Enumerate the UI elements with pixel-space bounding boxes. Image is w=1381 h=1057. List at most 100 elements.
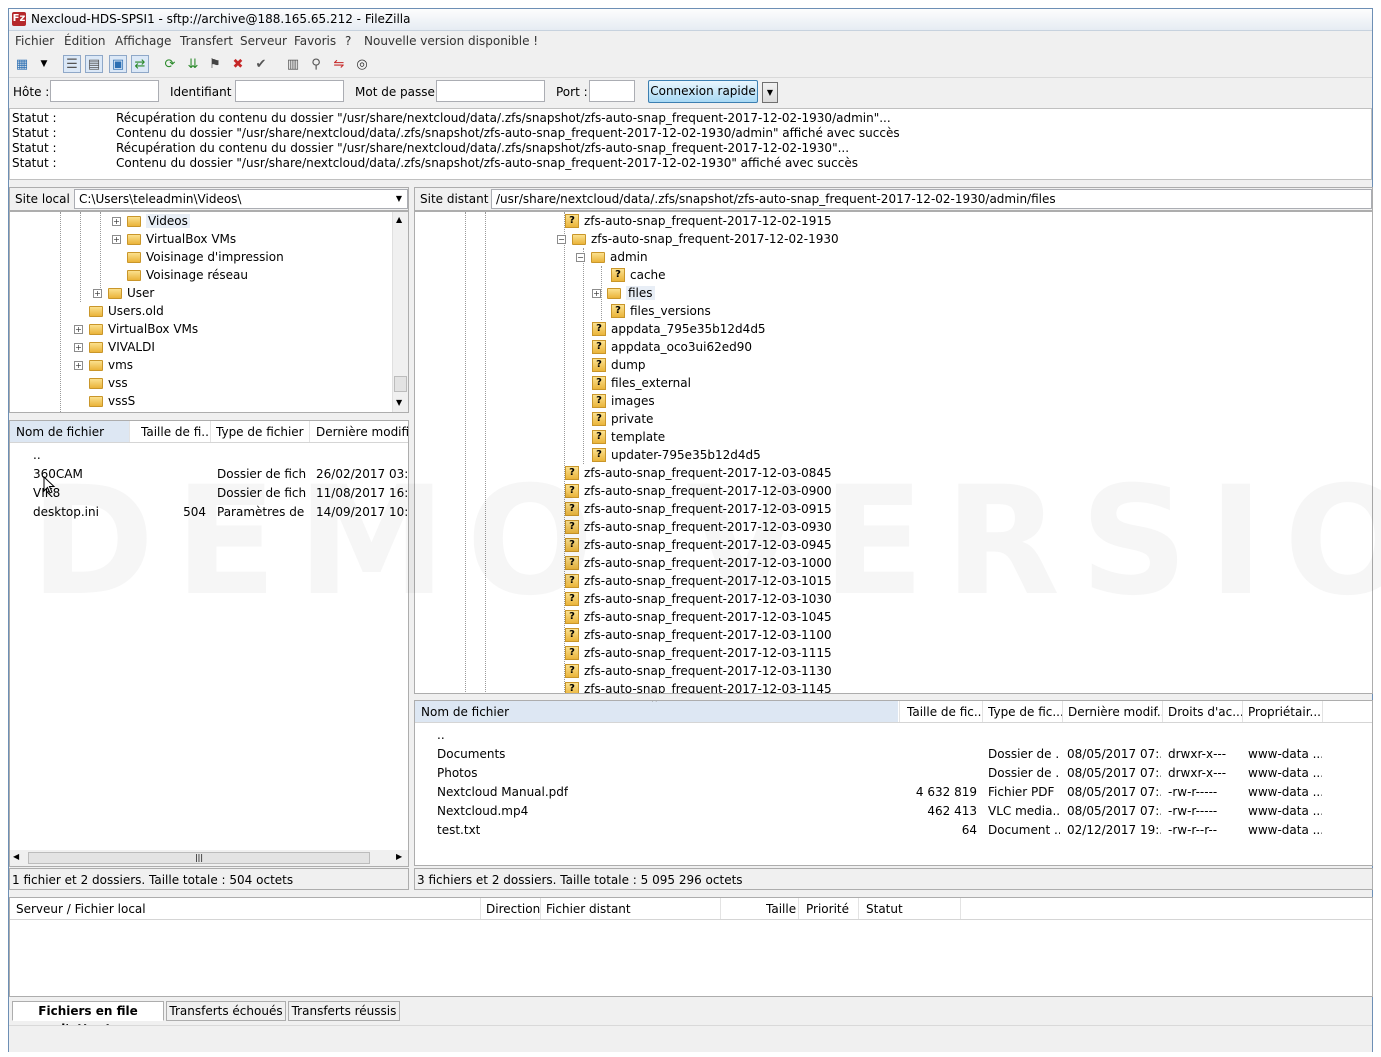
column-taille[interactable]: Taille — [766, 902, 796, 916]
column-nom[interactable]: Nom de fichier — [421, 705, 891, 719]
list-item[interactable]: Documents Dossier de ... 08/05/2017 07:.… — [415, 745, 1372, 764]
menu-edition[interactable]: Édition — [64, 34, 106, 48]
list-item[interactable]: .. — [415, 726, 1372, 745]
tree-item[interactable]: ? zfs-auto-snap_frequent-2017-12-03-0945 — [565, 536, 832, 554]
tree-item[interactable]: ? zfs-auto-snap_frequent-2017-12-03-0900 — [565, 482, 832, 500]
remote-path-input[interactable]: /usr/share/nextcloud/data/.zfs/snapshot/… — [491, 189, 1372, 209]
tree-item[interactable]: ? appdata_oco3ui62ed90 — [592, 338, 752, 356]
tree-item[interactable]: ? template — [592, 428, 665, 446]
tree-item[interactable]: + files — [592, 284, 655, 302]
tree-item-virtualbox-vms-2[interactable]: + VirtualBox VMs — [74, 320, 198, 338]
dropdown-arrow-icon[interactable]: ▼ — [35, 55, 53, 73]
compare-icon[interactable]: ⚲ — [307, 55, 325, 73]
host-input[interactable] — [50, 80, 159, 102]
column-taille[interactable]: Taille de fi... — [141, 425, 209, 439]
quickconnect-button[interactable]: Connexion rapide — [648, 80, 758, 103]
chevron-down-icon[interactable]: ▼ — [396, 194, 402, 203]
menu-serveur[interactable]: Serveur — [240, 34, 287, 48]
column-priorite[interactable]: Priorité — [806, 902, 849, 916]
tree-item[interactable]: ? zfs-auto-snap_frequent-2017-12-03-1100 — [565, 626, 832, 644]
menu-help[interactable]: ? — [345, 34, 351, 48]
local-tree-scrollbar[interactable]: ▲ ▼ — [392, 212, 408, 412]
toggle-local-tree-icon[interactable]: ▤ — [85, 55, 103, 73]
local-path-input[interactable]: C:\Users\teleadmin\Videos\ — [74, 189, 408, 209]
process-queue-icon[interactable]: ⇊ — [184, 55, 202, 73]
local-list-hscrollbar[interactable]: ◀ ||| ▶ — [10, 850, 408, 866]
column-fichier-distant[interactable]: Fichier distant — [546, 902, 631, 916]
tree-item-users-old[interactable]: Users.old — [89, 302, 164, 320]
toggle-remote-tree-icon[interactable]: ▣ — [109, 55, 127, 73]
list-item[interactable]: Nextcloud.mp4 462 413 VLC media... 08/05… — [415, 802, 1372, 821]
tree-item[interactable]: ? zfs-auto-snap_frequent-2017-12-02-1915 — [565, 212, 832, 230]
tab-successful-transfers[interactable]: Transferts réussis — [288, 1001, 400, 1021]
column-type[interactable]: Type de fic... — [988, 705, 1062, 719]
column-droits[interactable]: Droits d'ac... — [1168, 705, 1242, 719]
column-type[interactable]: Type de fichier — [216, 425, 306, 439]
list-item[interactable]: VIK8 Dossier de fich... 11/08/2017 16:13… — [10, 484, 408, 503]
disconnect-icon[interactable]: ✖ — [229, 55, 247, 73]
reconnect-icon[interactable]: ✔ — [252, 55, 270, 73]
column-serveur[interactable]: Serveur / Fichier local — [16, 902, 146, 916]
tree-item[interactable]: ? zfs-auto-snap_frequent-2017-12-03-1145 — [565, 680, 832, 693]
menu-new-version[interactable]: Nouvelle version disponible ! — [364, 34, 538, 48]
tree-item-voisinage-reseau[interactable]: Voisinage réseau — [127, 266, 248, 284]
tree-item[interactable]: ? zfs-auto-snap_frequent-2017-12-03-1115 — [565, 644, 832, 662]
menu-affichage[interactable]: Affichage — [115, 34, 171, 48]
list-item[interactable]: Nextcloud Manual.pdf 4 632 819 Fichier P… — [415, 783, 1372, 802]
column-nom[interactable]: Nom de fichier — [16, 425, 126, 439]
tree-item[interactable]: ? zfs-auto-snap_frequent-2017-12-03-0915 — [565, 500, 832, 518]
tree-item[interactable]: ? dump — [592, 356, 646, 374]
tree-item-vms[interactable]: + vms — [74, 356, 133, 374]
menu-fichier[interactable]: Fichier — [15, 34, 54, 48]
tree-item[interactable]: ? private — [592, 410, 653, 428]
tree-item-voisinage-impression[interactable]: Voisinage d'impression — [127, 248, 284, 266]
tree-item[interactable]: ? zfs-auto-snap_frequent-2017-12-03-0930 — [565, 518, 832, 536]
list-item[interactable]: test.txt 64 Document ... 02/12/2017 19:.… — [415, 821, 1372, 840]
tree-item[interactable]: ? zfs-auto-snap_frequent-2017-12-03-1030 — [565, 590, 832, 608]
site-manager-icon[interactable]: ▦ — [13, 55, 31, 73]
tree-item-vivaldi[interactable]: + VIVALDI — [74, 338, 155, 356]
tree-item[interactable]: ? files_versions — [611, 302, 711, 320]
toggle-queue-icon[interactable]: ⇄ — [131, 55, 149, 73]
tree-item[interactable]: − zfs-auto-snap_frequent-2017-12-02-1930 — [557, 230, 839, 248]
tab-queued-files[interactable]: Fichiers en file d'attente — [12, 1001, 164, 1036]
refresh-icon[interactable]: ⟳ — [161, 55, 179, 73]
tree-item[interactable]: ? images — [592, 392, 655, 410]
column-date[interactable]: Dernière modifica... — [316, 425, 408, 439]
tree-item[interactable]: ? files_external — [592, 374, 691, 392]
tree-item[interactable]: ? zfs-auto-snap_frequent-2017-12-03-1000 — [565, 554, 832, 572]
list-item[interactable]: desktop.ini 504 Paramètres de ... 14/09/… — [10, 503, 408, 522]
tree-item[interactable]: − admin — [576, 248, 648, 266]
tree-item[interactable]: ? updater-795e35b12d4d5 — [592, 446, 761, 464]
tree-item[interactable]: ? zfs-auto-snap_frequent-2017-12-03-1130 — [565, 662, 832, 680]
list-item[interactable]: Photos Dossier de ... 08/05/2017 07:... … — [415, 764, 1372, 783]
cancel-icon[interactable]: ⚑ — [206, 55, 224, 73]
column-date[interactable]: Dernière modif... — [1068, 705, 1162, 719]
password-input[interactable] — [436, 80, 545, 102]
filter-icon[interactable]: ▥ — [284, 55, 302, 73]
search-icon[interactable]: ◎ — [353, 55, 371, 73]
tree-item-user[interactable]: + User — [93, 284, 154, 302]
tree-item[interactable]: ? zfs-auto-snap_frequent-2017-12-03-1045 — [565, 608, 832, 626]
toggle-log-icon[interactable]: ☰ — [63, 55, 81, 73]
tree-item-vss[interactable]: vss — [89, 374, 128, 392]
menu-favoris[interactable]: Favoris — [294, 34, 336, 48]
tree-item[interactable]: ? zfs-auto-snap_frequent-2017-12-03-0845 — [565, 464, 832, 482]
quickconnect-dropdown-icon[interactable]: ▼ — [762, 82, 778, 103]
tree-item[interactable]: ? appdata_795e35b12d4d5 — [592, 320, 766, 338]
list-item[interactable]: .. — [10, 446, 408, 465]
tree-item-videos[interactable]: + Videos — [112, 212, 190, 230]
menu-transfert[interactable]: Transfert — [180, 34, 233, 48]
tree-item[interactable]: ? zfs-auto-snap_frequent-2017-12-03-1015 — [565, 572, 832, 590]
column-direction[interactable]: Direction — [486, 902, 540, 916]
sync-browse-icon[interactable]: ⇋ — [330, 55, 348, 73]
tab-failed-transfers[interactable]: Transferts échoués — [166, 1001, 286, 1021]
tree-item[interactable]: ? cache — [611, 266, 666, 284]
tree-item-virtualbox-vms[interactable]: + VirtualBox VMs — [112, 230, 236, 248]
tree-item-vsss[interactable]: vssS — [89, 392, 135, 410]
port-input[interactable] — [589, 80, 635, 102]
list-item[interactable]: 360CAM Dossier de fich... 26/02/2017 03:… — [10, 465, 408, 484]
user-input[interactable] — [235, 80, 344, 102]
column-proprietaire[interactable]: Propriétair... — [1248, 705, 1322, 719]
column-taille[interactable]: Taille de fic... — [907, 705, 981, 719]
